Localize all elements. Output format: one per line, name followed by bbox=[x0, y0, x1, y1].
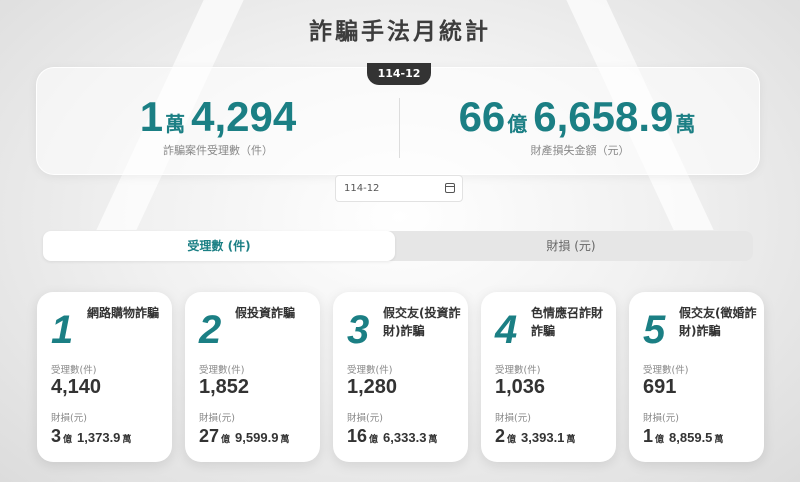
card-loss-yi-unit: 億 bbox=[63, 434, 73, 444]
month-badge: 114-12 bbox=[367, 63, 431, 85]
card-name: 網路購物詐騙 bbox=[87, 306, 160, 320]
card-loss-wan: 3,393.1 bbox=[521, 430, 565, 445]
card-loss: 2 億 3,393.1 萬 bbox=[495, 426, 580, 447]
summary-panel: 114-12 1 萬 4,294 詐騙案件受理數（件） 66 億 6,658.9 萬 財產… bbox=[36, 63, 761, 175]
card-loss-yi: 3 bbox=[51, 426, 62, 446]
loss-num-wan: 6,658.9 bbox=[533, 93, 674, 140]
cases-num-rest: 4,294 bbox=[191, 93, 297, 140]
card-loss-wan: 1,373.9 bbox=[77, 430, 121, 445]
loss-stat: 66 億 6,658.9 萬 財產損失金額（元） bbox=[399, 96, 761, 158]
card-loss-yi: 16 bbox=[347, 426, 368, 446]
cases-label: 詐騙案件受理數（件） bbox=[163, 144, 273, 157]
card-loss-label: 財損(元) bbox=[495, 413, 531, 424]
card-count-label: 受理數(件) bbox=[347, 365, 393, 376]
card-count-label: 受理數(件) bbox=[495, 365, 541, 376]
loss-num-yi: 66 bbox=[458, 93, 506, 140]
card-loss-wan-unit: 萬 bbox=[714, 434, 724, 444]
fraud-card-2[interactable]: 2 假投資詐騙 受理數(件) 1,852 財損(元) 27 億 9,599.9 萬 bbox=[185, 292, 320, 462]
fraud-card-3[interactable]: 3 假交友(投資詐財)詐騙 受理數(件) 1,280 財損(元) 16 億 6,33… bbox=[333, 292, 468, 462]
card-loss-yi-unit: 億 bbox=[369, 434, 379, 444]
card-loss-yi: 2 bbox=[495, 426, 506, 446]
month-picker-value: 114-12 bbox=[344, 183, 380, 194]
card-count: 1,036 bbox=[495, 376, 546, 398]
card-loss-wan-unit: 萬 bbox=[428, 434, 438, 444]
card-rank: 1 bbox=[51, 308, 74, 352]
card-name: 假交友(徵婚詐財)詐騙 bbox=[679, 306, 757, 338]
card-loss-label: 財損(元) bbox=[199, 413, 235, 424]
card-loss-label: 財損(元) bbox=[51, 413, 87, 424]
card-rank: 5 bbox=[643, 308, 666, 352]
month-picker-input[interactable]: 114-12 bbox=[335, 175, 463, 202]
cases-stat: 1 萬 4,294 詐騙案件受理數（件） bbox=[37, 96, 399, 158]
card-loss-label: 財損(元) bbox=[643, 413, 679, 424]
card-count: 691 bbox=[643, 376, 677, 398]
card-loss-yi-unit: 億 bbox=[655, 434, 665, 444]
loss-unit-yi: 億 bbox=[507, 114, 528, 136]
card-loss: 1 億 8,859.5 萬 bbox=[643, 426, 728, 447]
metric-tabs: 受理數 (件) 財損 (元) bbox=[43, 231, 753, 261]
cases-num-wan: 1 bbox=[139, 93, 164, 140]
cases-unit-wan: 萬 bbox=[165, 114, 186, 136]
loss-unit-wan: 萬 bbox=[675, 114, 696, 136]
card-loss-wan: 9,599.9 bbox=[235, 430, 279, 445]
card-loss-wan: 8,859.5 bbox=[669, 430, 713, 445]
card-loss-label: 財損(元) bbox=[347, 413, 383, 424]
card-rank: 3 bbox=[347, 308, 370, 352]
page-title: 詐騙手法月統計 bbox=[309, 19, 491, 45]
card-loss-yi-unit: 億 bbox=[507, 434, 517, 444]
card-rank: 4 bbox=[495, 308, 518, 352]
card-count-label: 受理數(件) bbox=[199, 365, 245, 376]
card-loss: 3 億 1,373.9 萬 bbox=[51, 426, 136, 447]
fraud-card-1[interactable]: 1 網路購物詐騙 受理數(件) 4,140 財損(元) 3 億 1,373.9 萬 bbox=[37, 292, 172, 462]
card-count-label: 受理數(件) bbox=[643, 365, 689, 376]
card-loss-yi-unit: 億 bbox=[221, 434, 231, 444]
fraud-card-4[interactable]: 4 色情應召詐財詐騙 受理數(件) 1,036 財損(元) 2 億 3,393.1 萬 bbox=[481, 292, 616, 462]
card-name: 假投資詐騙 bbox=[235, 306, 296, 320]
tab-loss[interactable]: 財損 (元) bbox=[395, 231, 747, 261]
loss-label: 財產損失金額（元） bbox=[530, 144, 630, 157]
card-loss-wan-unit: 萬 bbox=[280, 434, 290, 444]
fraud-card-5[interactable]: 5 假交友(徵婚詐財)詐騙 受理數(件) 691 財損(元) 1 億 8,859.5… bbox=[629, 292, 764, 462]
card-loss: 27 億 9,599.9 萬 bbox=[199, 426, 294, 447]
card-rank: 2 bbox=[199, 308, 222, 352]
card-loss: 16 億 6,333.3 萬 bbox=[347, 426, 442, 447]
card-loss-yi: 1 bbox=[643, 426, 654, 446]
card-count: 4,140 bbox=[51, 376, 102, 398]
card-name: 假交友(投資詐財)詐騙 bbox=[383, 306, 461, 338]
card-count: 1,852 bbox=[199, 376, 250, 398]
card-loss-wan-unit: 萬 bbox=[122, 434, 132, 444]
card-count: 1,280 bbox=[347, 376, 398, 398]
card-name: 色情應召詐財詐騙 bbox=[531, 306, 604, 338]
card-loss-wan: 6,333.3 bbox=[383, 430, 427, 445]
card-count-label: 受理數(件) bbox=[51, 365, 97, 376]
tab-cases[interactable]: 受理數 (件) bbox=[43, 231, 395, 261]
calendar-icon[interactable] bbox=[445, 183, 455, 193]
card-loss-wan-unit: 萬 bbox=[566, 434, 576, 444]
card-loss-yi: 27 bbox=[199, 426, 220, 446]
